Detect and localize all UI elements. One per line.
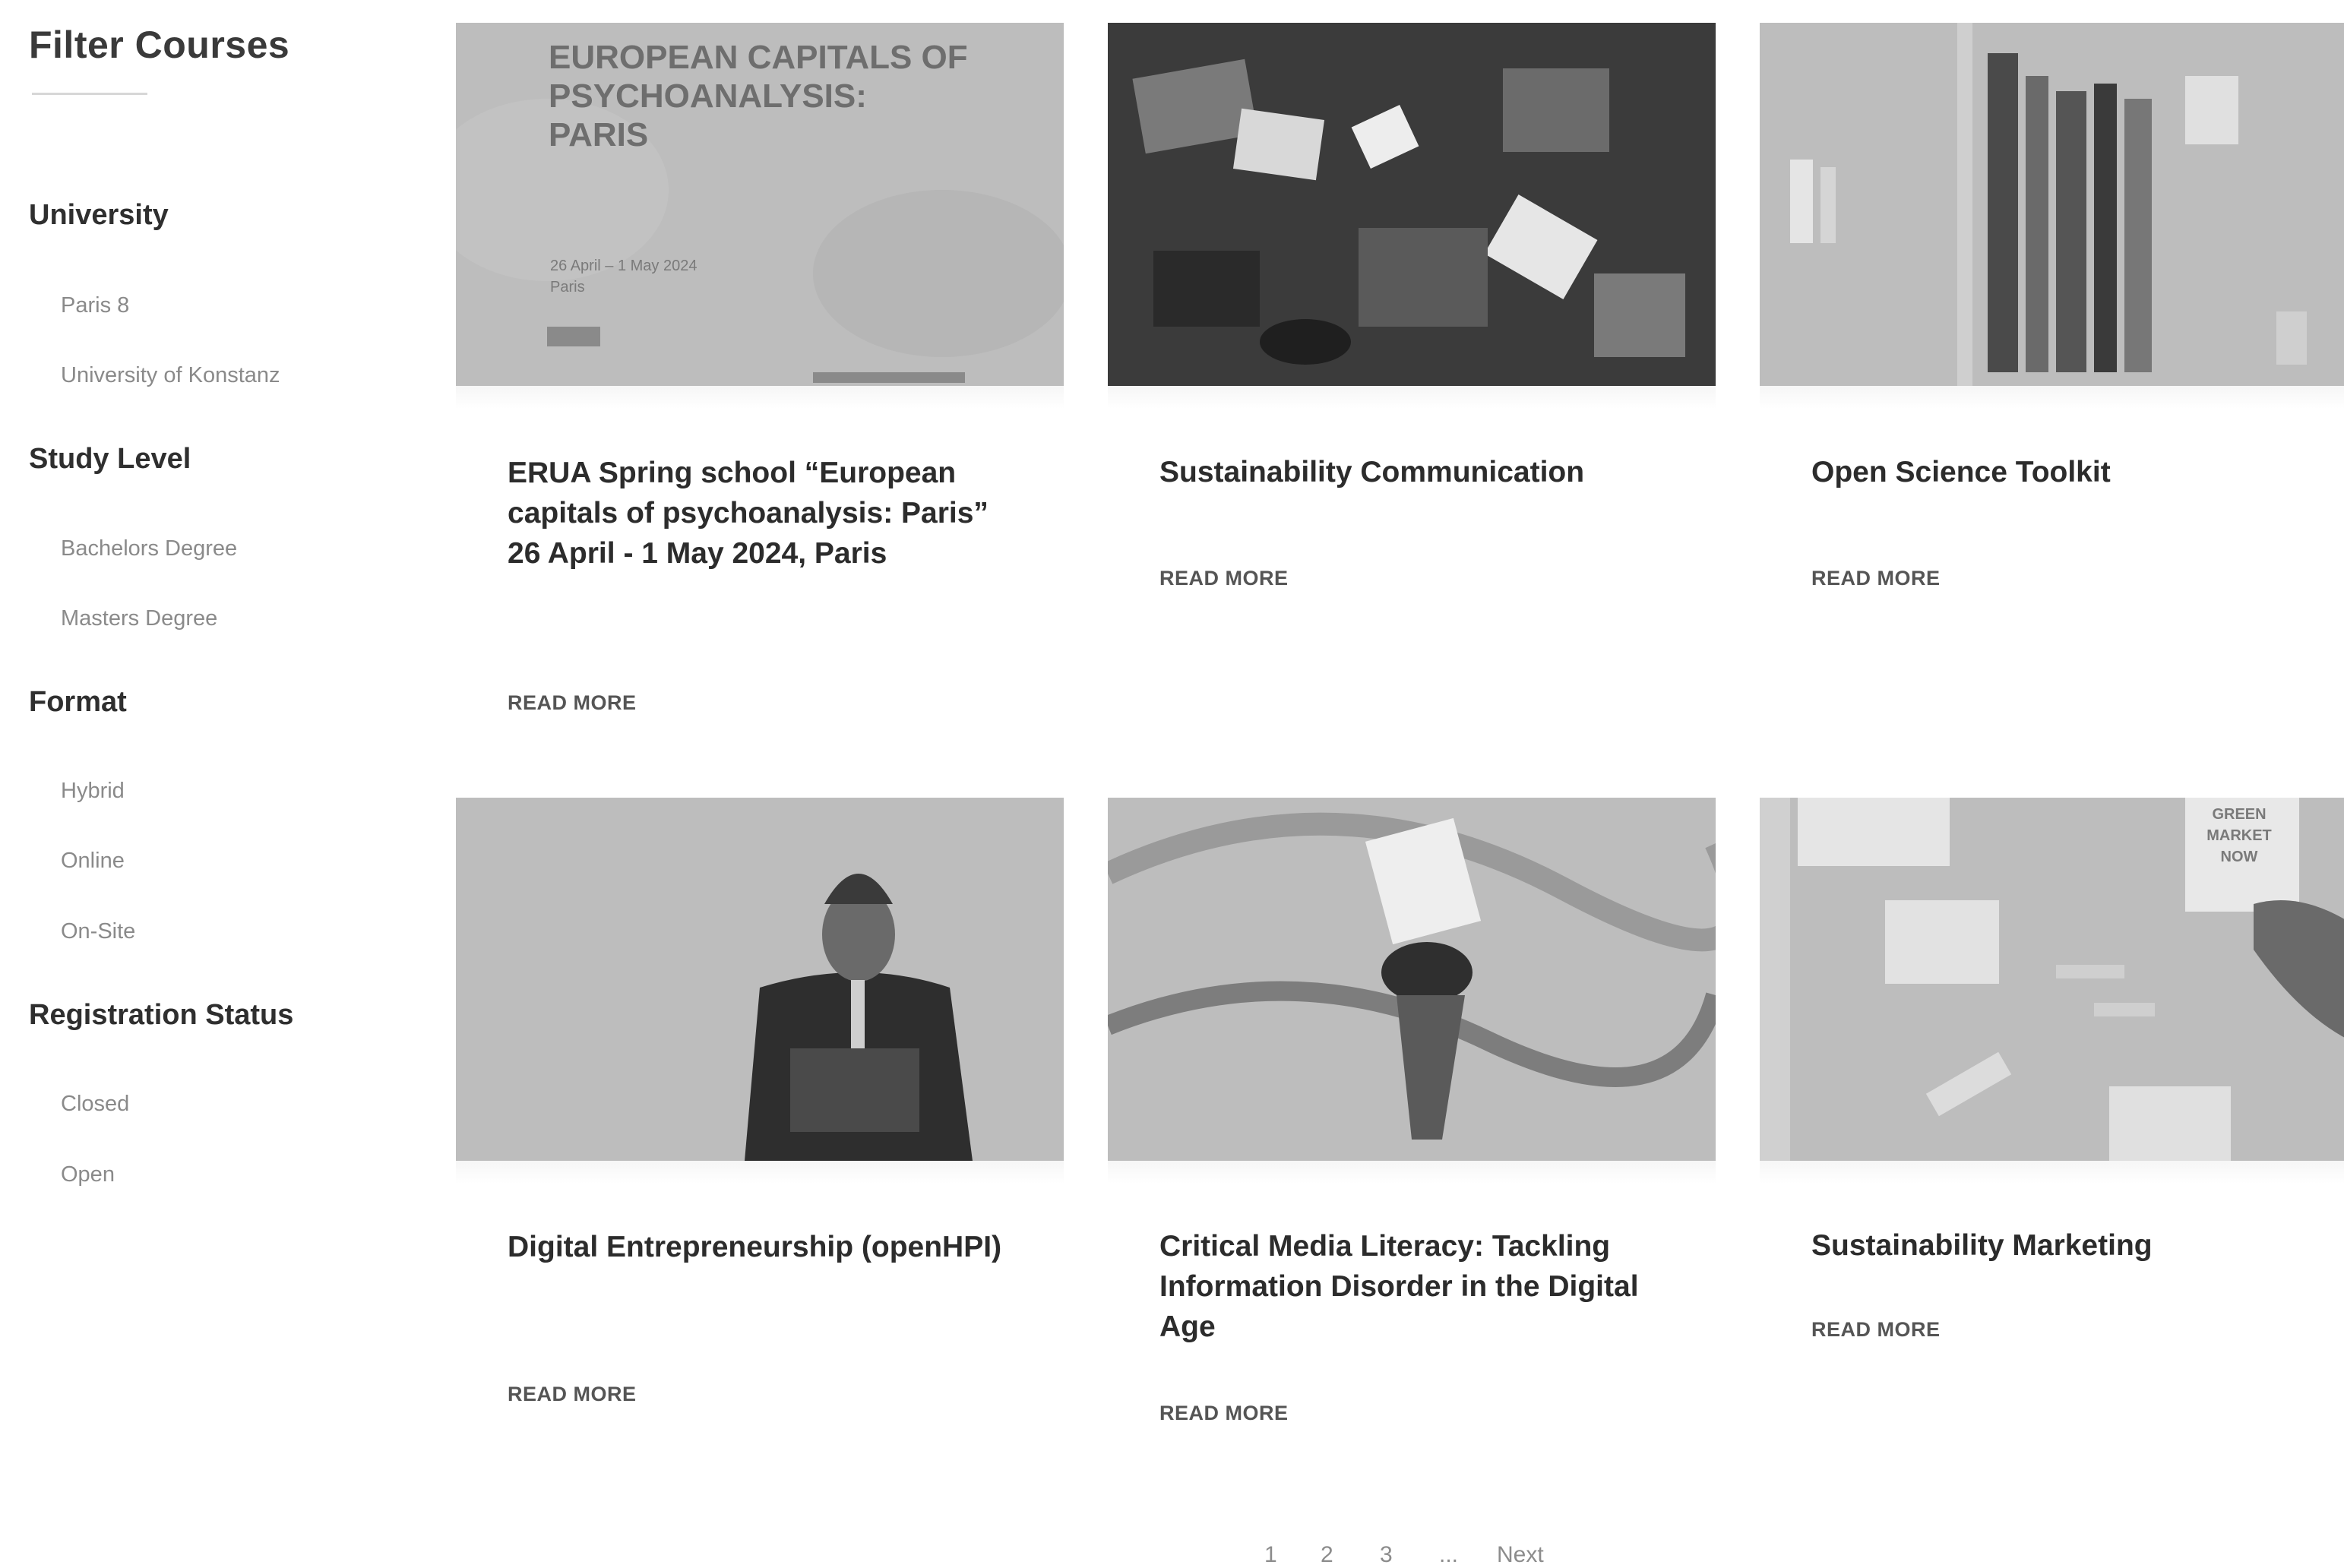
filter-option-hybrid[interactable]: Hybrid — [61, 779, 125, 804]
read-more-link[interactable]: READ MORE — [1159, 1402, 1289, 1425]
filter-group-format: Format — [29, 686, 127, 718]
filter-group-university: University — [29, 199, 169, 231]
pagination: 1 2 3 ... Next — [0, 1542, 2344, 1568]
course-card[interactable]: Open Science Toolkit READ MORE — [1760, 23, 2344, 758]
filter-group-study-level: Study Level — [29, 443, 191, 475]
businessman-tablet-image[interactable] — [456, 798, 1064, 1161]
filter-option-online[interactable]: Online — [61, 849, 125, 874]
poster-date: 26 April – 1 May 2024 Paris — [550, 258, 698, 296]
read-more-link[interactable]: READ MORE — [1811, 1318, 1941, 1342]
course-title[interactable]: Sustainability Marketing — [1811, 1225, 2328, 1266]
read-more-link[interactable]: READ MORE — [1159, 567, 1289, 590]
course-title[interactable]: Sustainability Communication — [1159, 452, 1676, 492]
course-title[interactable]: Open Science Toolkit — [1811, 452, 2328, 492]
course-title[interactable]: Critical Media Literacy: Tackling Inform… — [1159, 1226, 1676, 1347]
swirl-artwork — [1108, 812, 1716, 1140]
page-1-link[interactable]: 1 — [1264, 1542, 1277, 1568]
course-card[interactable]: EUROPEAN CAPITALS OF PSYCHOANALYSIS: PAR… — [456, 23, 1064, 758]
filter-option-open[interactable]: Open — [61, 1162, 115, 1187]
filter-option-on-site[interactable]: On-Site — [61, 919, 135, 944]
desk-artwork — [1108, 23, 1716, 386]
filter-option-university-of-konstanz[interactable]: University of Konstanz — [61, 363, 280, 388]
page-3-link[interactable]: 3 — [1380, 1542, 1393, 1568]
bookshelf-image[interactable] — [1760, 23, 2344, 386]
poster-sign: GREEN MARKET NOW — [2206, 806, 2272, 865]
course-card[interactable]: Digital Entrepreneurship (openHPI) READ … — [456, 798, 1064, 1533]
swirl-photo-image[interactable] — [1108, 798, 1716, 1161]
course-card[interactable]: Critical Media Literacy: Tackling Inform… — [1108, 798, 1716, 1533]
course-title[interactable]: Digital Entrepreneurship (openHPI) — [508, 1227, 1024, 1267]
course-card[interactable]: Sustainability Communication READ MORE — [1108, 23, 1716, 758]
desk-laptops-image[interactable] — [1108, 23, 1716, 386]
read-more-link[interactable]: READ MORE — [508, 1383, 637, 1406]
read-more-link[interactable]: READ MORE — [508, 691, 637, 715]
filter-group-registration-status: Registration Status — [29, 999, 294, 1031]
filter-option-masters[interactable]: Masters Degree — [61, 606, 217, 631]
filter-option-bachelors[interactable]: Bachelors Degree — [61, 536, 237, 561]
corkboard-image[interactable]: GREEN MARKET NOW — [1760, 798, 2344, 1161]
filter-title-divider — [32, 93, 147, 95]
filter-title: Filter Courses — [29, 24, 290, 66]
page-2-link[interactable]: 2 — [1321, 1542, 1333, 1568]
next-page-link[interactable]: Next — [1497, 1542, 1544, 1568]
poster-heading: EUROPEAN CAPITALS OF PSYCHOANALYSIS: PAR… — [549, 39, 968, 153]
filter-option-closed[interactable]: Closed — [61, 1092, 129, 1117]
filter-option-paris-8[interactable]: Paris 8 — [61, 293, 129, 318]
course-title[interactable]: ERUA Spring school “European capitals of… — [508, 453, 1024, 574]
course-card[interactable]: GREEN MARKET NOW Sustainability Marketin… — [1760, 798, 2344, 1533]
businessman-artwork — [745, 874, 973, 1161]
read-more-link[interactable]: READ MORE — [1811, 567, 1941, 590]
bookshelf-artwork — [1760, 23, 2307, 386]
pagination-ellipsis: ... — [1439, 1542, 1459, 1567]
poster-image[interactable]: EUROPEAN CAPITALS OF PSYCHOANALYSIS: PAR… — [456, 23, 1064, 386]
